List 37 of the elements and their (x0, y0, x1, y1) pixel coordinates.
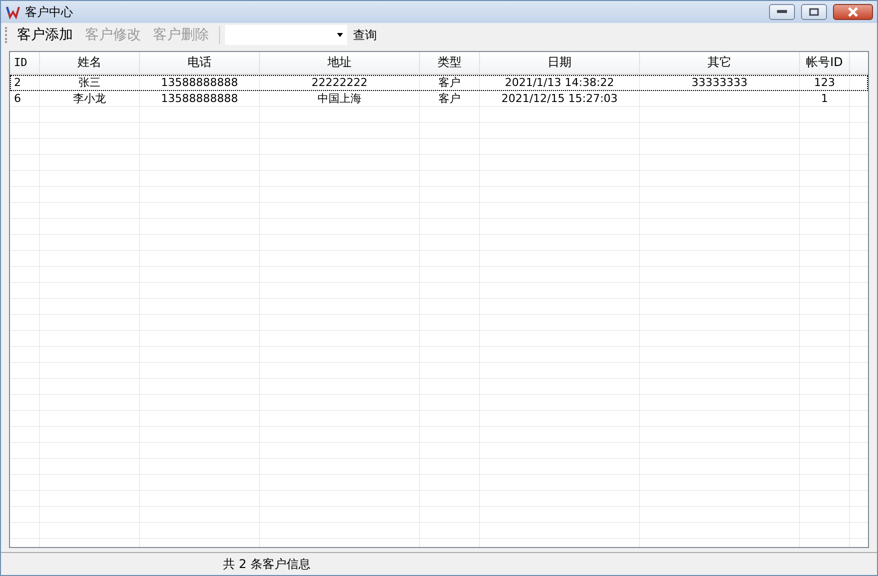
minimize-icon (777, 10, 787, 14)
maximize-icon (809, 8, 819, 16)
column-header[interactable]: 地址 (260, 52, 420, 74)
table-cell: 123 (800, 75, 850, 91)
search-button[interactable]: 查询 (349, 26, 381, 44)
table-cell: 2021/1/13 14:38:22 (480, 75, 640, 91)
column-header[interactable]: 姓名 (40, 52, 140, 74)
table-row[interactable]: 2 张三 13588888888 22222222 客户 2021/1/13 14:38:22 33333333 123 (10, 75, 868, 91)
table-cell: 1 (800, 91, 850, 107)
column-header[interactable]: 日期 (480, 52, 640, 74)
status-text: 共 2 条客户信息 (223, 556, 310, 572)
table-cell: 22222222 (260, 75, 420, 91)
table-cell: 13588888888 (140, 75, 260, 91)
table-cell: 中国上海 (260, 91, 420, 107)
minimize-button[interactable] (769, 4, 795, 20)
window-title: 客户中心 (25, 4, 74, 20)
table-cell: 13588888888 (140, 91, 260, 107)
table-cell: 6 (10, 91, 40, 107)
close-icon (847, 7, 859, 17)
table-row[interactable]: 6 李小龙 13588888888 中国上海 客户 2021/12/15 15:27:03 1 (10, 91, 868, 107)
column-header[interactable]: 其它 (640, 52, 800, 74)
table-cell: 客户 (420, 91, 480, 107)
close-button[interactable] (833, 4, 873, 20)
table-cell: 33333333 (640, 75, 800, 91)
table-cell: 2 (10, 75, 40, 91)
table-cell: 张三 (40, 75, 140, 91)
column-header[interactable]: 帐号ID (800, 52, 850, 74)
toolbar-button[interactable]: 客户添加 (12, 26, 78, 44)
table-cell: 客户 (420, 75, 480, 91)
dropdown-arrow-icon (337, 33, 343, 37)
maximize-button[interactable] (801, 4, 827, 20)
table-cell: 2021/12/15 15:27:03 (480, 91, 640, 107)
table-cell: 李小龙 (40, 91, 140, 107)
column-header[interactable]: 类型 (420, 52, 480, 74)
column-header[interactable]: ID (10, 52, 40, 74)
column-header[interactable]: 电话 (140, 52, 260, 74)
app-logo-icon (5, 4, 21, 20)
